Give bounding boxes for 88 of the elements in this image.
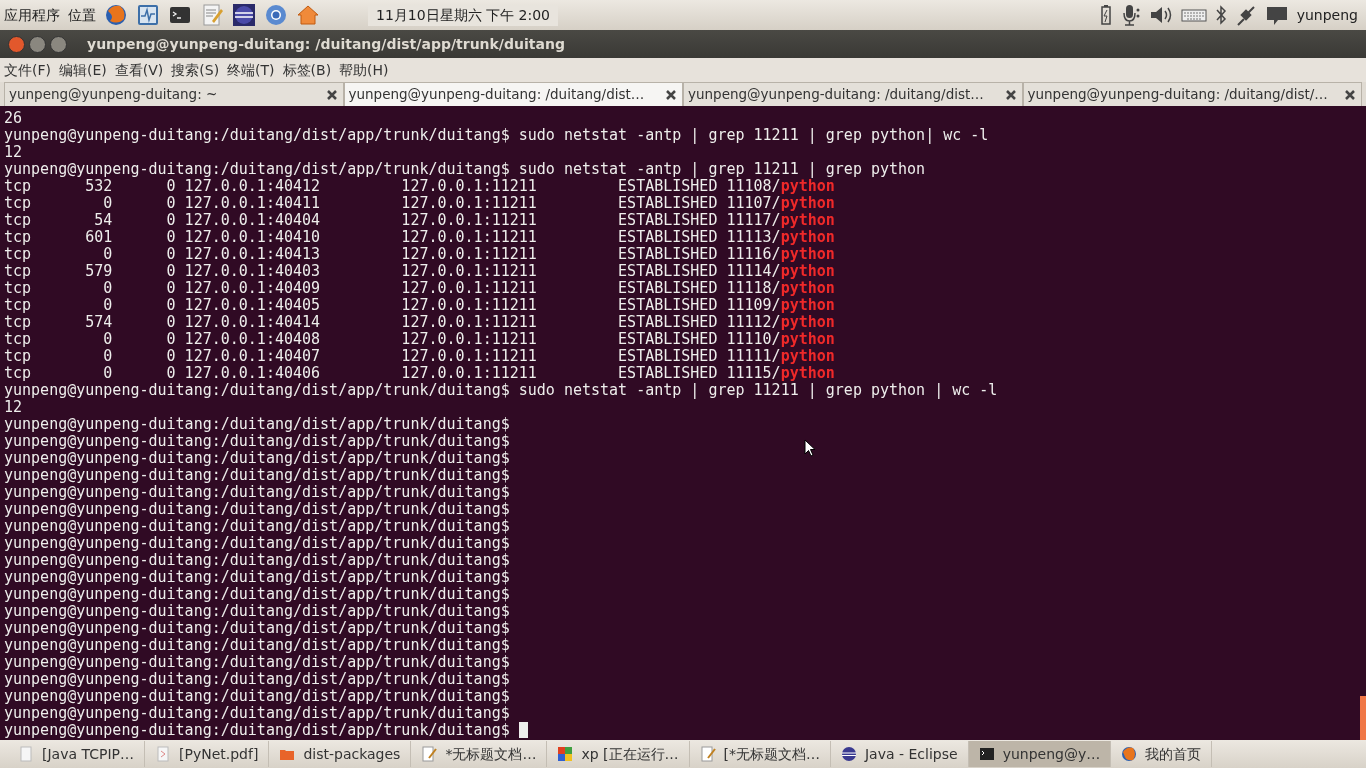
terminal-line: yunpeng@yunpeng-duitang:/duitang/dist/app/trunk/duitang$ [4,518,510,535]
battery-icon[interactable] [1098,4,1113,26]
terminal-line: yunpeng@yunpeng-duitang:/duitang/dist/app/trunk/duitang$ [4,501,510,518]
terminal-line: tcp 574 0 127.0.0.1:40414 127.0.0.1:11211 ESTABLISHED 11112/python [4,314,835,331]
terminal-line: yunpeng@yunpeng-duitang:/duitang/dist/app/trunk/duitang$ [4,586,510,603]
chat-bubble-icon[interactable] [1264,4,1289,26]
terminal-tab[interactable]: yunpeng@yunpeng-duitang: /duitang/dist… [343,82,683,106]
text-editor-icon [699,746,716,762]
terminal-icon [978,746,995,762]
window-title: yunpeng@yunpeng-duitang: /duitang/dist/app/trunk/duitang [87,34,565,54]
panel-menu[interactable]: 应用程序 [4,4,60,26]
terminal-line: yunpeng@yunpeng-duitang:/duitang/dist/app/trunk/duitang$ [4,450,510,467]
terminal-line: yunpeng@yunpeng-duitang:/duitang/dist/app/trunk/duitang$ [4,705,510,722]
browser-icon[interactable] [104,3,128,27]
terminal-line: tcp 0 0 127.0.0.1:40405 127.0.0.1:11211 ESTABLISHED 11109/python [4,297,835,314]
scrollbar[interactable] [1360,106,1366,740]
terminal-line: yunpeng@yunpeng-duitang:/duitang/dist/app/trunk/duitang$ [4,569,510,586]
home-icon[interactable] [296,3,320,27]
terminal-line: yunpeng@yunpeng-duitang:/duitang/dist/app/trunk/duitang$ sudo netstat -antp | grep 11211 | grep python| wc -l [4,127,989,144]
terminal-line: 26 [4,110,23,127]
taskbar-button[interactable]: Java - Eclipse [831,741,969,767]
menu-item[interactable]: 帮助(H) [339,59,389,81]
terminal-line: yunpeng@yunpeng-duitang:/duitang/dist/app/trunk/duitang$ [4,654,510,671]
menu-item[interactable]: 终端(T) [227,59,275,81]
terminal-line: tcp 601 0 127.0.0.1:40410 127.0.0.1:11211 ESTABLISHED 11113/python [4,229,835,246]
sphere-icon [841,746,857,762]
document-icon [18,746,34,762]
terminal-line: yunpeng@yunpeng-duitang:/duitang/dist/app/trunk/duitang$ [4,535,510,552]
terminal-tab[interactable]: yunpeng@yunpeng-duitang: /duitang/dist/… [1022,82,1362,106]
taskbar-button[interactable]: 我的首页 [1111,741,1213,767]
terminal-line: tcp 0 0 127.0.0.1:40406 127.0.0.1:11211 ESTABLISHED 11115/python [4,365,835,382]
taskbar-button[interactable]: [PyNet.pdf] [145,741,270,767]
menu-item[interactable]: 编辑(E) [59,59,107,81]
terminal-line: tcp 0 0 127.0.0.1:40413 127.0.0.1:11211 ESTABLISHED 11116/python [4,246,835,263]
terminal-line: yunpeng@yunpeng-duitang:/duitang/dist/app/trunk/duitang$ [4,484,510,501]
taskbar-button[interactable]: yunpeng@y… [968,741,1112,767]
terminal-line: 12 [4,399,23,416]
terminal-line: tcp 0 0 127.0.0.1:40409 127.0.0.1:11211 ESTABLISHED 11118/python [4,280,835,297]
user-name[interactable]: yunpeng [1296,4,1358,26]
sphere-icon[interactable] [232,3,256,27]
close-icon[interactable] [324,87,339,102]
terminal-line: yunpeng@yunpeng-duitang:/duitang/dist/app/trunk/duitang$ [4,722,528,739]
windows-flag-icon [557,746,574,762]
terminal-tab[interactable]: yunpeng@yunpeng-duitang: ~ [4,82,344,106]
close-icon[interactable] [1003,87,1018,102]
terminal-line: yunpeng@yunpeng-duitang:/duitang/dist/app/trunk/duitang$ [4,433,510,450]
terminal-line: yunpeng@yunpeng-duitang:/duitang/dist/app/trunk/duitang$ [4,620,510,637]
terminal-line: tcp 0 0 127.0.0.1:40411 127.0.0.1:11211 ESTABLISHED 11107/python [4,195,835,212]
mouse-pointer-icon [804,439,816,457]
menu-item[interactable]: 搜索(S) [171,59,220,81]
close-icon[interactable] [664,87,678,102]
text-editor-icon [421,746,438,762]
maximize-button[interactable] [50,35,67,53]
terminal-line: yunpeng@yunpeng-duitang:/duitang/dist/app/trunk/duitang$ [4,671,510,688]
terminal-line: tcp 54 0 127.0.0.1:40404 127.0.0.1:11211 ESTABLISHED 11117/python [4,212,835,229]
terminal-line: tcp 579 0 127.0.0.1:40403 127.0.0.1:11211 ESTABLISHED 11114/python [4,263,835,280]
terminal-line: yunpeng@yunpeng-duitang:/duitang/dist/app/trunk/duitang$ [4,688,510,705]
speaker-icon[interactable] [1148,4,1173,26]
terminal-line: yunpeng@yunpeng-duitang:/duitang/dist/app/trunk/duitang$ [4,416,510,433]
taskbar-button[interactable]: *无标题文档… [411,741,548,767]
minimize-button[interactable] [29,35,46,53]
ring-icon[interactable] [264,3,288,27]
microphone-icon[interactable] [1120,4,1141,26]
system-monitor-icon[interactable] [136,3,160,27]
terminal-line: tcp 0 0 127.0.0.1:40407 127.0.0.1:11211 ESTABLISHED 11111/python [4,348,835,365]
taskbar-button[interactable]: xp [正在运行… [547,741,690,767]
terminal-line: yunpeng@yunpeng-duitang:/duitang/dist/app/trunk/duitang$ [4,552,510,569]
browser-icon [1121,746,1138,762]
terminal-line: yunpeng@yunpeng-duitang:/duitang/dist/app/trunk/duitang$ [4,467,510,484]
pdf-icon [155,746,171,762]
terminal-line: yunpeng@yunpeng-duitang:/duitang/dist/app/trunk/duitang$ sudo netstat -antp | grep 11211 | grep python | wc -l [4,382,998,399]
menu-item[interactable]: 文件(F) [4,59,51,81]
taskbar-button[interactable]: [Java TCPIP… [8,741,145,767]
terminal-line: tcp 0 0 127.0.0.1:40408 127.0.0.1:11211 ESTABLISHED 11110/python [4,331,835,348]
bluetooth-icon[interactable] [1214,4,1227,26]
menu-item[interactable]: 标签(B) [282,59,332,81]
terminal-line: tcp 532 0 127.0.0.1:40412 127.0.0.1:11211 ESTABLISHED 11108/python [4,178,835,195]
taskbar-button[interactable]: dist-packages [269,741,412,767]
terminal-line: 12 [4,144,23,161]
close-icon[interactable] [1343,87,1357,102]
taskbar-button[interactable]: [*无标题文档… [689,741,831,767]
terminal-line: yunpeng@yunpeng-duitang:/duitang/dist/app/trunk/duitang$ [4,637,510,654]
terminal-line: yunpeng@yunpeng-duitang:/duitang/dist/app/trunk/duitang$ sudo netstat -antp | grep 11211 | grep python [4,161,926,178]
close-button[interactable] [8,35,25,53]
panel-menu[interactable]: 位置 [68,4,96,26]
menu-item[interactable]: 查看(V) [114,59,164,81]
terminal-line: yunpeng@yunpeng-duitang:/duitang/dist/app/trunk/duitang$ [4,603,510,620]
terminal-tab[interactable]: yunpeng@yunpeng-duitang: /duitang/dist… [683,82,1023,106]
